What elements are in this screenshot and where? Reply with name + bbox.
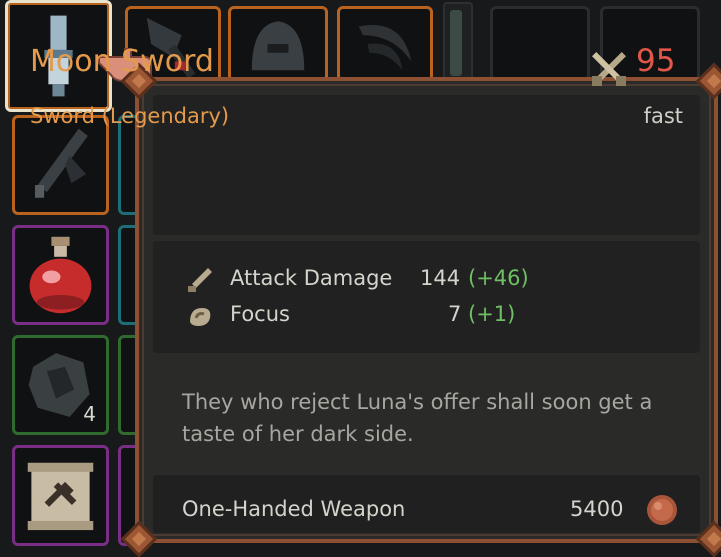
stat-label: Attack Damage [230,266,393,290]
slot-scroll[interactable] [12,445,109,546]
item-category: One-Handed Weapon [182,497,406,521]
stat-label: Focus [230,302,290,326]
stat-row-focus: Focus 7 (+1) [184,300,564,334]
helmet-icon [251,21,305,71]
scrollbar-thumb[interactable] [450,10,462,76]
dark-sword-icon [35,128,88,198]
focus-stat-icon [190,308,211,326]
stat-value: 144 [420,266,461,290]
crossed-swords-icon [592,52,626,86]
slot-ore[interactable]: 4 [12,335,109,435]
stat-bonus: (+1) [468,302,516,326]
health-potion-icon [29,236,92,314]
slot-scythe[interactable] [337,6,433,82]
slot-empty-1[interactable] [490,6,590,82]
sword-stat-icon [188,268,212,292]
stat-value: 7 [448,302,462,326]
stat-row-attack: Attack Damage 144 (+46) [184,264,564,298]
item-name: Moon Sword [30,44,214,79]
slot-moon-sword[interactable] [12,115,109,215]
inventory-scrollbar[interactable] [443,2,473,86]
scythe-icon [358,25,412,71]
item-damage: 95 [636,43,676,79]
item-description: They who reject Luna's offer shall soon … [182,390,653,446]
copper-coin-icon [647,495,677,525]
item-price: 5400 [570,497,624,521]
scroll-icon [27,462,94,531]
item-type: Sword (Legendary) [30,104,230,128]
slot-potion[interactable] [12,225,109,325]
stack-count: 4 [83,402,96,426]
tooltip-header [153,95,700,235]
stat-bonus: (+46) [468,266,529,290]
slot-helmet[interactable] [228,6,328,82]
item-speed: fast [643,104,683,128]
